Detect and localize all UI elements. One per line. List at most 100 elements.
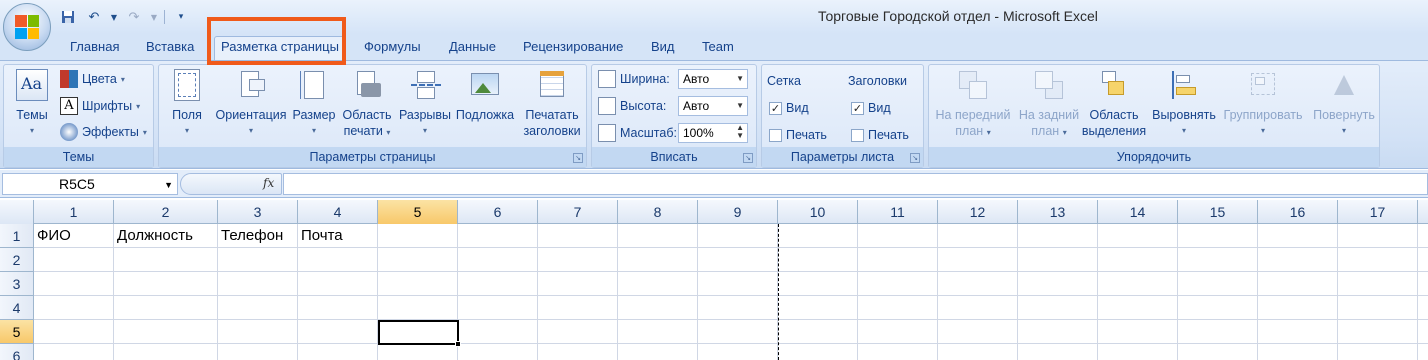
align-button[interactable]: Выровнять ▾ [1149, 69, 1219, 139]
redo-icon[interactable]: ↷ [124, 8, 144, 26]
name-box[interactable]: R5C5 ▼ [2, 173, 178, 195]
background-image-icon [469, 69, 501, 101]
active-cell[interactable] [378, 320, 459, 345]
tab-data[interactable]: Данные [449, 38, 496, 60]
office-button[interactable] [3, 3, 51, 51]
column-header[interactable]: 16 [1258, 200, 1338, 224]
column-header[interactable]: 10 [778, 200, 858, 224]
colors-button[interactable]: Цвета ▾ [60, 69, 125, 89]
column-header[interactable]: 11 [858, 200, 938, 224]
cell-r1c2[interactable]: Должность [114, 224, 218, 248]
column-header[interactable]: 12 [938, 200, 1018, 224]
headings-view-checkbox[interactable]: ✓ Вид [851, 98, 891, 118]
gridline-vertical [1017, 224, 1018, 360]
width-select[interactable]: Авто ▼ [678, 69, 748, 89]
worksheet-grid: 1 2 3 4 5 6 7 8 9 10 11 12 13 14 15 16 17 ФИО Должность … [0, 200, 1428, 360]
tab-team[interactable]: Team [702, 38, 734, 60]
column-header[interactable]: 6 [458, 200, 538, 224]
gridlines-view-checkbox[interactable]: ✓ Вид [769, 98, 809, 118]
chevron-down-icon: ▾ [29, 126, 34, 135]
sheet-options-launcher-icon[interactable]: ↘ [910, 153, 920, 163]
chevron-down-icon: ▾ [136, 101, 141, 111]
row-header[interactable]: 2 [0, 248, 34, 272]
orientation-icon [235, 69, 267, 101]
select-all-corner[interactable] [0, 200, 34, 224]
orientation-button[interactable]: Ориентация ▾ [213, 69, 289, 139]
gridlines-heading: Сетка [767, 74, 801, 88]
scale-spinner[interactable]: 100% ▲ ▼ [678, 123, 748, 143]
bring-to-front-label: На передний [935, 108, 1011, 122]
column-header[interactable]: 5 [378, 200, 458, 224]
row-header[interactable]: 5 [0, 320, 34, 344]
row-header[interactable]: 6 [0, 344, 34, 360]
breaks-label: Разрывы [398, 108, 452, 122]
fill-handle[interactable] [455, 341, 461, 347]
row-header[interactable]: 1 [0, 224, 34, 248]
column-header[interactable]: 8 [618, 200, 698, 224]
fonts-icon: A [60, 97, 78, 115]
name-box-value: R5C5 [59, 176, 95, 192]
send-to-back-label: На задний [1018, 108, 1080, 122]
tab-insert[interactable]: Вставка [146, 38, 194, 60]
chevron-down-icon: ▼ [736, 74, 744, 83]
column-header[interactable]: 13 [1018, 200, 1098, 224]
office-logo-icon [15, 15, 39, 39]
print-area-button[interactable]: Область печати ▾ [339, 69, 395, 141]
row-header[interactable]: 4 [0, 296, 34, 320]
bring-to-front-icon [957, 69, 989, 101]
effects-icon [60, 123, 78, 141]
height-label: Высота: [620, 99, 667, 113]
column-header[interactable]: 9 [698, 200, 778, 224]
cell-r1c3[interactable]: Телефон [218, 224, 298, 248]
row-header[interactable]: 3 [0, 272, 34, 296]
background-button[interactable]: Подложка [453, 69, 517, 123]
themes-button[interactable]: Aa Темы ▾ [8, 69, 56, 139]
send-to-back-button[interactable]: На задний план ▾ [1013, 69, 1085, 141]
cell-r1c4[interactable]: Почта [298, 224, 378, 248]
column-header[interactable]: 15 [1178, 200, 1258, 224]
gridlines-print-checkbox[interactable]: Печать [769, 125, 827, 145]
chevron-down-icon: ▾ [248, 126, 253, 135]
headings-print-checkbox[interactable]: Печать [851, 125, 909, 145]
scale-launcher-icon[interactable]: ↘ [743, 153, 753, 163]
effects-button[interactable]: Эффекты ▾ [60, 122, 147, 142]
margins-button[interactable]: Поля ▾ [165, 69, 209, 139]
cell-r1c1[interactable]: ФИО [34, 224, 114, 248]
save-icon[interactable] [58, 8, 78, 26]
redo-dropdown-icon[interactable]: ▼ [150, 8, 158, 26]
rotate-button[interactable]: Повернуть ▾ [1307, 69, 1381, 139]
tab-view[interactable]: Вид [651, 38, 675, 60]
undo-icon[interactable]: ↶ [84, 8, 104, 26]
themes-group: Aa Темы ▾ Цвета ▾ A Шрифты ▾ Эффекты ▾ Темы [3, 64, 154, 168]
gridline-vertical [857, 224, 858, 360]
gridline-vertical [537, 224, 538, 360]
print-titles-button[interactable]: Печатать заголовки [519, 69, 585, 139]
undo-dropdown-icon[interactable]: ▼ [110, 8, 118, 26]
page-break-line [778, 224, 779, 360]
arrange-group: На передний план ▾ На задний план ▾ Обла… [928, 64, 1380, 168]
group-button[interactable]: Группировать ▾ [1219, 69, 1307, 139]
gridline-horizontal [34, 271, 1428, 272]
formula-input[interactable] [283, 173, 1428, 195]
size-button[interactable]: Размер ▾ [291, 69, 337, 139]
tab-home[interactable]: Главная [70, 38, 119, 60]
bring-to-front-button[interactable]: На передний план ▾ [931, 69, 1015, 141]
breaks-button[interactable]: Разрывы ▾ [397, 69, 453, 139]
column-header[interactable]: 7 [538, 200, 618, 224]
column-header[interactable]: 3 [218, 200, 298, 224]
column-header[interactable]: 2 [114, 200, 218, 224]
tab-formulas[interactable]: Формулы [364, 38, 421, 60]
insert-function-icon[interactable]: fx [263, 176, 274, 190]
chevron-down-icon[interactable]: ▼ [164, 180, 173, 190]
column-header[interactable]: 17 [1338, 200, 1418, 224]
spinner-arrows-icon[interactable]: ▲ ▼ [736, 124, 744, 140]
selection-pane-button[interactable]: Область выделения [1081, 69, 1147, 139]
column-header[interactable]: 4 [298, 200, 378, 224]
page-setup-launcher-icon[interactable]: ↘ [573, 153, 583, 163]
column-header[interactable]: 14 [1098, 200, 1178, 224]
fonts-button[interactable]: A Шрифты ▾ [60, 96, 140, 116]
tab-review[interactable]: Рецензирование [523, 38, 623, 60]
customize-qat-icon[interactable]: ▾ [171, 8, 191, 26]
column-header[interactable]: 1 [34, 200, 114, 224]
height-select[interactable]: Авто ▼ [678, 96, 748, 116]
